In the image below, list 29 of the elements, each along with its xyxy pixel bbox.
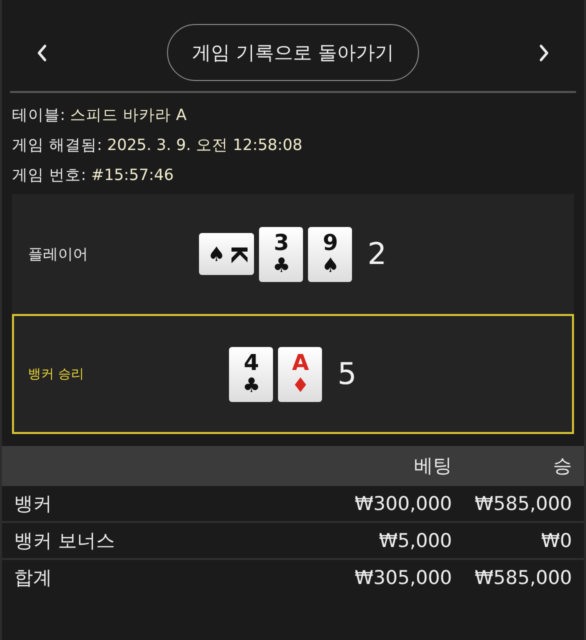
hand-label: 플레이어 [28,244,89,264]
table-cell-text: 뱅커 [14,492,53,516]
table-cell-text: ₩5,000 [378,530,452,552]
total-cell-text: ₩305,000 [354,566,452,588]
back-to-history-button[interactable]: 게임 기록으로 돌아가기 [166,24,420,81]
hand-label: 뱅커 승리 [28,366,86,383]
info-value: 2025. 3. 9. 오전 12:58:08 [107,136,302,154]
playing-card: 3 ♣ [259,226,304,282]
next-icon[interactable] [538,42,550,62]
total-cell-text: ₩585,000 [474,566,572,588]
playing-card: A ♦ [278,346,322,402]
previous-icon[interactable] [36,42,48,62]
info-value: #15:57:46 [91,166,174,184]
column-header: 승 [552,454,572,479]
info-label: 테이블: [12,106,66,124]
playing-card: 4 ♣ [229,346,274,402]
table-cell-text: 뱅커 보너스 [14,528,116,554]
info-label: 게임 번호: [12,166,86,184]
playing-card: 9 ♠ [308,226,352,282]
info-label: 게임 해결됨: [12,136,102,154]
info-value: 스피드 바카라 A [70,106,187,124]
table-cell-text: ₩300,000 [354,492,452,514]
hand-score: 5 [337,356,357,392]
table-cell-text: ₩0 [540,530,572,552]
table-cell-text: ₩585,000 [474,492,572,514]
column-header: 베팅 [413,454,452,479]
playing-card: ♠ K [199,233,254,275]
total-label: 합계 [14,566,53,590]
hand-score: 2 [367,236,387,272]
